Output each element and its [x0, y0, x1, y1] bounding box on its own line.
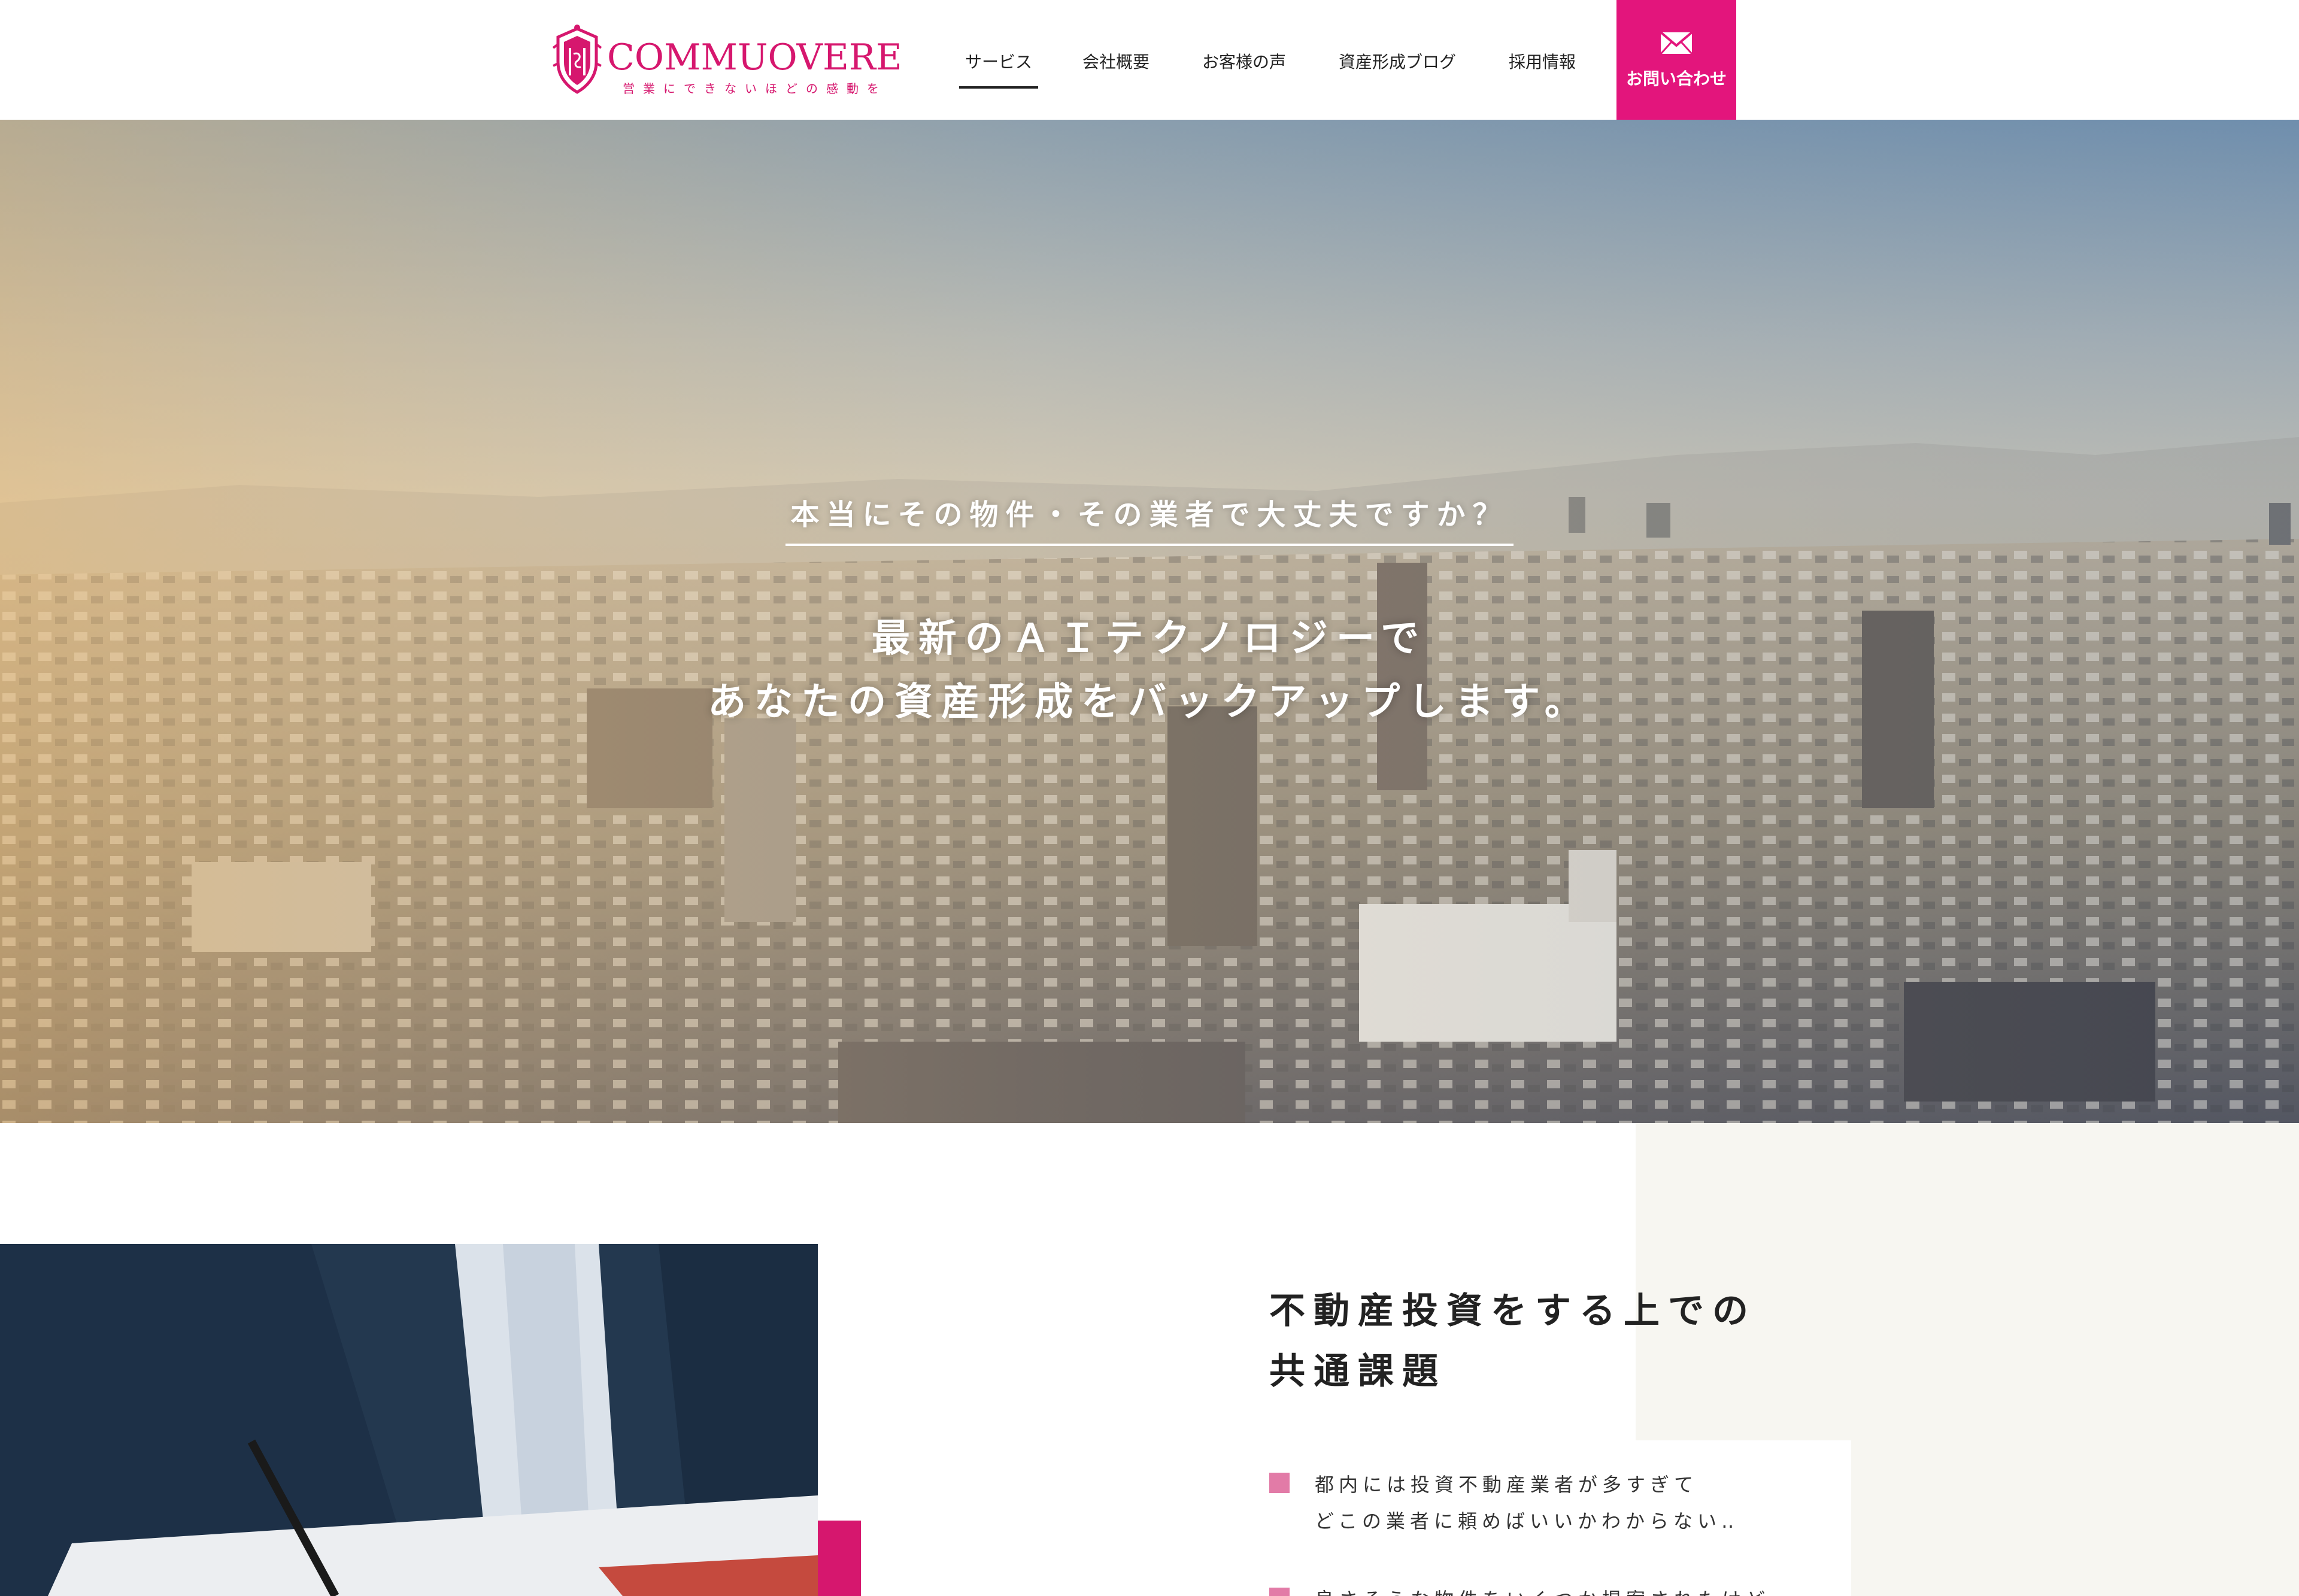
logo-tagline: 営業にできないほどの感動を: [623, 81, 887, 96]
contact-button[interactable]: お問い合わせ: [1616, 0, 1736, 120]
nav-item-recruit[interactable]: 採用情報: [1509, 49, 1576, 73]
problems-title: 不動産投資をする上での 共通課題: [1269, 1281, 1757, 1402]
problem-item: 都内には投資不動産業者が多すぎて どこの業者に頼めばいいかわからない‥: [1269, 1467, 1868, 1540]
bullet-square-icon: [1269, 1587, 1290, 1596]
nav-item-company[interactable]: 会社概要: [1082, 49, 1150, 73]
bullet-square-icon: [1269, 1473, 1290, 1493]
hero-section: 本当にその物件・その業者で大丈夫ですか？ 最新のＡＩテクノロジーで あなたの資産…: [0, 120, 2299, 1123]
mail-icon: [1660, 31, 1693, 55]
businessman-image: [0, 1244, 818, 1596]
hero-title-line1: 最新のＡＩテクノロジーで: [871, 617, 1428, 661]
contact-label: お問い合わせ: [1625, 69, 1727, 89]
hero-title-line2: あなたの資産形成をバックアップします。: [708, 679, 1591, 724]
logo[interactable]: COMMUOVERE 営業にできないほどの感動を: [550, 24, 902, 96]
site-header: COMMUOVERE 営業にできないほどの感動を サービス 会社概要 お客様の声…: [0, 0, 2299, 120]
hero-subtitle-text: 本当にその物件・その業者で大丈夫ですか？: [785, 491, 1514, 546]
problems-list: 都内には投資不動産業者が多すぎて どこの業者に頼めばいいかわからない‥ 良さそう…: [1269, 1467, 1868, 1596]
crest-icon: [552, 25, 602, 94]
hero-title: 最新のＡＩテクノロジーで あなたの資産形成をバックアップします。: [0, 608, 2299, 734]
hero-subtitle: 本当にその物件・その業者で大丈夫ですか？: [0, 491, 2299, 546]
problems-title-line1: 不動産投資をする上での: [1269, 1290, 1757, 1332]
problem-item: 良さそうな物件をいくつか提案されたけど: [1269, 1582, 1868, 1596]
nav-item-service[interactable]: サービス: [959, 49, 1039, 89]
problem-item-line2: どこの業者に頼めばいいかわからない‥: [1315, 1509, 1739, 1533]
problem-item-line1: 良さそうな物件をいくつか提案されたけど: [1315, 1582, 1868, 1596]
problems-title-line2: 共通課題: [1269, 1350, 1446, 1392]
logo-name: COMMUOVERE: [607, 37, 902, 78]
nav-item-blog[interactable]: 資産形成ブログ: [1339, 49, 1456, 73]
problem-item-line1: 都内には投資不動産業者が多すぎて: [1315, 1473, 1699, 1496]
nav-item-voice[interactable]: お客様の声: [1202, 49, 1286, 73]
pink-accent-bar: [818, 1521, 861, 1596]
businessman-photo: [0, 1244, 818, 1596]
